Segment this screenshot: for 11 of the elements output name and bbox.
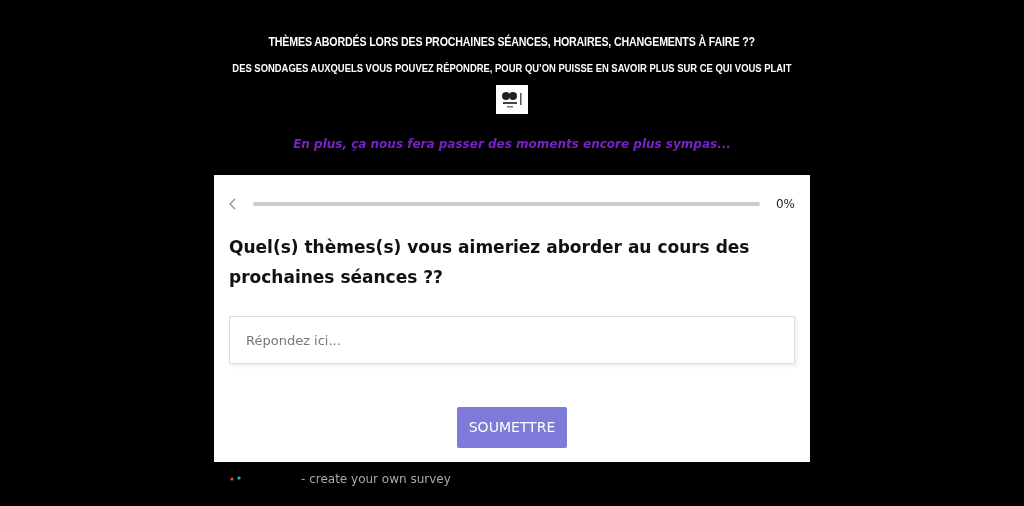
question-text: Quel(s) thèmes(s) vous aimeriez aborder au cours des prochaines séances ?? [229, 235, 751, 289]
back-icon[interactable] [229, 197, 237, 210]
tagline: En plus, ça nous fera passer des moments encore plus sympas... [293, 135, 731, 153]
progress-percent: 0% [775, 195, 795, 213]
page-title: THÈMES ABORDÉS LORS DES PROCHAINES SÉANCES, HORAIRES, CHANGEMENTS À FAIRE ?? [268, 33, 756, 51]
logo-icon [496, 84, 528, 114]
submit-button[interactable]: SOUMETTRE [456, 407, 568, 449]
footer-text: - create your own survey [301, 471, 451, 489]
answer-field[interactable]: Répondez ici... [229, 316, 795, 365]
page-subtitle: DES SONDAGES AUXQUELS VOUS POUVEZ RÉPONDRE, POUR QU’ON PUISSE EN SAVOIR PLUS SUR CE QUI VOUS PLAIT [232, 60, 792, 76]
logo-dots-icon [229, 476, 243, 483]
